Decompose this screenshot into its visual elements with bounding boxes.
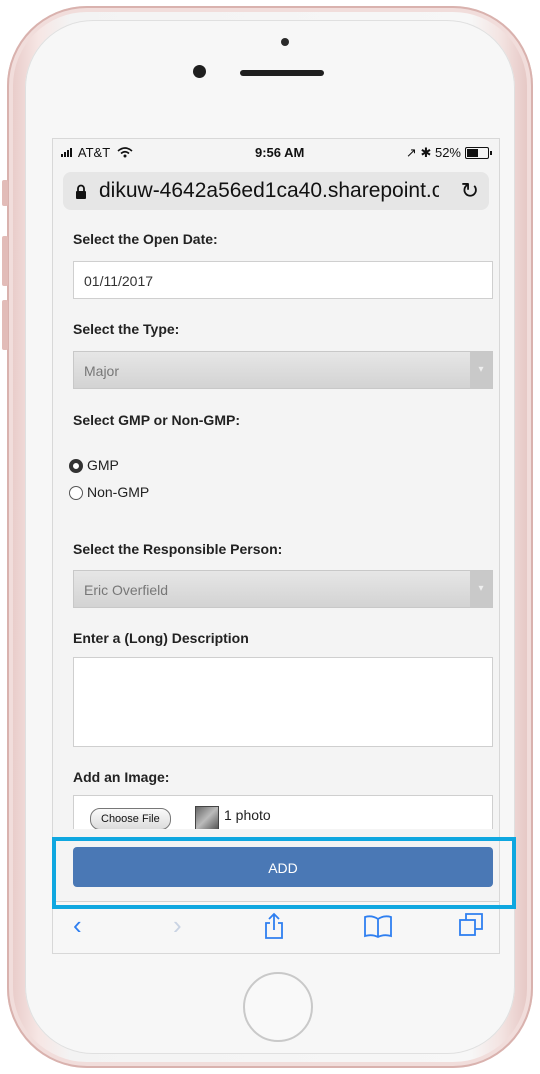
radio-unselected-icon[interactable] <box>69 486 83 500</box>
person-select[interactable]: Eric Overfield ▾ <box>73 570 493 608</box>
photo-count: 1 photo <box>224 807 271 823</box>
earpiece-speaker <box>240 70 324 76</box>
type-select[interactable]: Major ▾ <box>73 351 493 389</box>
volume-down-button <box>2 300 8 350</box>
mute-switch <box>2 180 8 206</box>
location-icon: ↗ <box>405 145 417 160</box>
gmp-label: Select GMP or Non-GMP: <box>73 412 240 428</box>
dropdown-arrow-icon: ▾ <box>470 571 492 607</box>
radio-selected-icon[interactable] <box>69 459 83 473</box>
radio-gmp[interactable]: GMP <box>69 457 119 473</box>
signal-icon <box>61 148 72 157</box>
lock-icon <box>75 182 87 206</box>
reload-icon[interactable]: ↻ <box>461 178 479 204</box>
choose-file-button[interactable]: Choose File <box>90 808 171 830</box>
description-label: Enter a (Long) Description <box>73 630 249 646</box>
status-time: 9:56 AM <box>255 145 305 160</box>
open-date-label: Select the Open Date: <box>73 231 218 247</box>
carrier-indicator: AT&T <box>61 145 133 160</box>
home-button[interactable] <box>243 972 313 1042</box>
bluetooth-icon: ✱ <box>420 145 432 160</box>
phone-screen: AT&T 9:56 AM ↗ ✱ 52% dikuw-4642a56ed1ca4… <box>52 138 500 954</box>
address-bar[interactable]: dikuw-4642a56ed1ca40.sharepoint.c ↻ <box>63 172 489 210</box>
url-text[interactable]: dikuw-4642a56ed1ca40.sharepoint.c <box>99 179 439 203</box>
person-label: Select the Responsible Person: <box>73 541 283 557</box>
image-label: Add an Image: <box>73 769 170 785</box>
photo-thumbnail <box>195 806 219 830</box>
forward-icon[interactable]: › <box>173 910 182 941</box>
type-label: Select the Type: <box>73 321 180 337</box>
type-select-value: Major <box>84 363 120 379</box>
form-content: Select the Open Date: 01/11/2017 Select … <box>53 217 499 835</box>
share-icon[interactable] <box>263 912 285 947</box>
radio-non-gmp[interactable]: Non-GMP <box>69 484 149 500</box>
radio-gmp-label: GMP <box>87 457 119 473</box>
tabs-icon[interactable] <box>458 912 484 945</box>
person-select-value: Eric Overfield <box>84 582 169 598</box>
open-date-input[interactable]: 01/11/2017 <box>73 261 493 299</box>
status-bar: AT&T 9:56 AM ↗ ✱ 52% <box>53 139 499 165</box>
carrier-name: AT&T <box>77 145 110 160</box>
bookmarks-icon[interactable] <box>363 914 393 945</box>
battery-percent: 52% <box>434 145 461 160</box>
camera-dot <box>281 38 289 46</box>
volume-up-button <box>2 236 8 286</box>
status-right: ↗ ✱ 52% <box>406 145 461 161</box>
radio-non-gmp-label: Non-GMP <box>87 484 150 500</box>
battery-icon <box>465 147 492 159</box>
dropdown-arrow-icon: ▾ <box>470 352 492 388</box>
wifi-icon <box>117 147 133 158</box>
battery-fill <box>467 149 479 157</box>
description-textarea[interactable] <box>73 657 493 747</box>
back-icon[interactable]: ‹ <box>73 910 82 941</box>
add-button-highlight <box>52 837 516 909</box>
front-camera <box>193 65 206 78</box>
